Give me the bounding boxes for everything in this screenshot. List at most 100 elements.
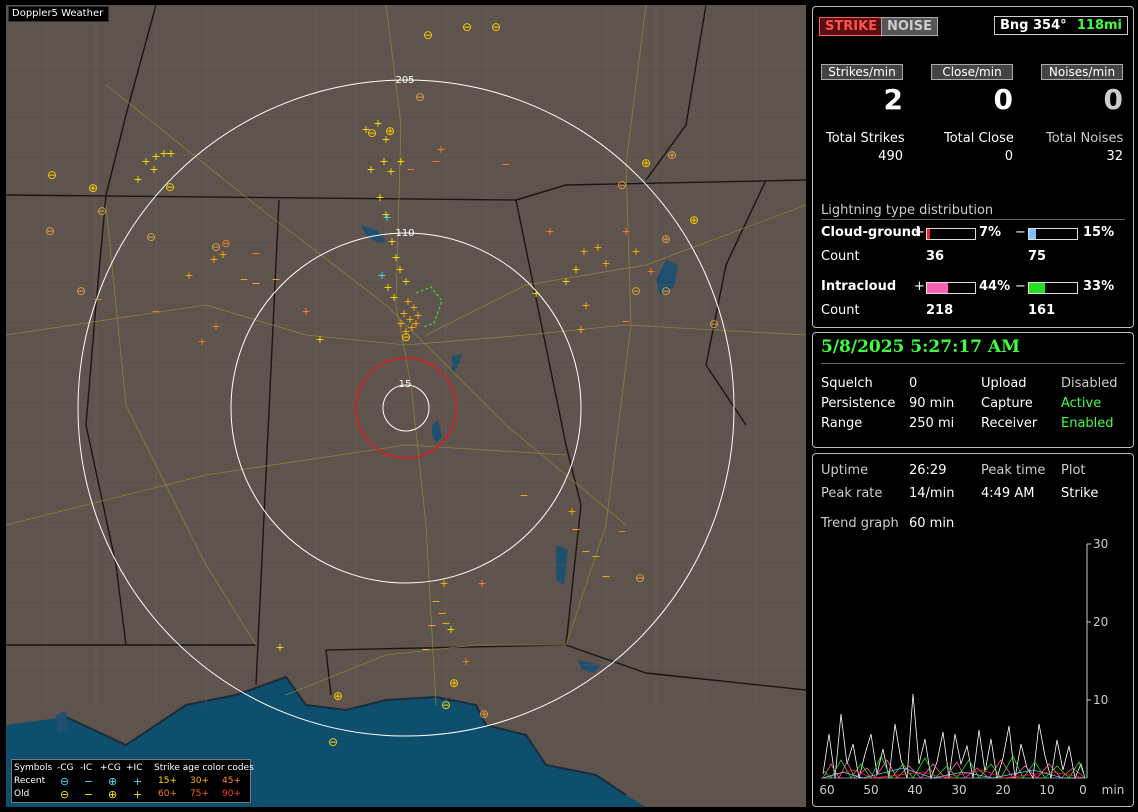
strike-marker: ⊖ — [491, 20, 501, 34]
ic-positive-bar — [926, 282, 976, 294]
strike-marker: + — [581, 299, 590, 312]
strike-marker: ⊖ — [415, 90, 425, 104]
strike-marker: + — [387, 235, 396, 248]
ic-negative-count: 161 — [1028, 303, 1056, 318]
strike-marker: ⊕ — [641, 156, 651, 170]
strike-marker: − — [251, 277, 260, 290]
bearing-display: Bng 354° 118mi — [994, 16, 1128, 35]
map-canvas: 205 110 15 +++ +++ + ++ +++ +++ +++ +++ +… — [6, 5, 806, 807]
strike-marker: + — [545, 225, 554, 238]
strike-marker: ⊕ — [449, 676, 459, 690]
strike-marker: ⊖ — [76, 284, 86, 298]
trend-lines — [822, 693, 1086, 780]
strike-marker: + — [561, 275, 570, 288]
close-range-ring — [355, 357, 457, 459]
peak-rate-label: Peak rate — [821, 486, 883, 501]
x-tick-20: 20 — [995, 783, 1010, 797]
lake — [578, 660, 601, 673]
county-lines — [6, 5, 806, 705]
strike-marker: ⊖ — [661, 284, 671, 298]
strike-marker: + — [184, 269, 193, 282]
ic-positive-pct: 44% — [979, 279, 1011, 294]
strike-marker: + — [377, 269, 386, 282]
y-tick-10: 10 — [1093, 693, 1108, 707]
range-rings — [77, 79, 735, 737]
lake — [361, 225, 386, 243]
intracloud-label: Intracloud — [821, 279, 897, 294]
strike-marker: + — [301, 305, 310, 318]
legend-recent-neg-ic-icon: − — [84, 775, 94, 788]
total-strikes-label: Total Strikes — [826, 131, 905, 146]
strike-marker: ⊖ — [709, 317, 719, 331]
x-tick-50: 50 — [863, 783, 878, 797]
strike-marker: + — [396, 155, 405, 168]
noises-per-min-label: Noises/min — [1041, 64, 1123, 80]
strike-marker: ⊖ — [328, 735, 338, 749]
total-noises-value: 32 — [1106, 149, 1123, 164]
x-tick-40: 40 — [907, 783, 922, 797]
strike-marker: ⊖ — [47, 168, 57, 182]
legend-col-neg-cg: -CG — [57, 763, 74, 773]
radar-map[interactable]: 205 110 15 + + + + + + + + + + + + + + + + + + + + + +… — [6, 5, 806, 807]
ic-plus-sign: + — [914, 279, 925, 294]
legend-recent-pos-ic-icon: + — [133, 775, 143, 788]
total-close-label: Total Close — [944, 131, 1014, 146]
distance-value: 118mi — [1076, 18, 1122, 33]
strike-marker: ⊖ — [462, 20, 472, 34]
persistence-value: 90 min — [909, 396, 955, 411]
datetime: 5/8/2025 5:27:17 AM — [821, 337, 1020, 357]
strike-marker: + — [571, 263, 580, 276]
strike-marker: ⊕ — [661, 232, 671, 246]
capture-value: Active — [1061, 396, 1102, 411]
legend-age-90: 90+ — [222, 789, 241, 799]
strike-marker: − — [431, 155, 440, 168]
range-label-outer: 205 — [395, 75, 414, 86]
strike-marker: − — [571, 523, 580, 536]
peak-time-label: Peak time — [981, 463, 1046, 478]
strike-marker: − — [601, 570, 610, 583]
peak-rate-value: 14/min — [909, 486, 955, 501]
strike-marker: ⊖ — [146, 230, 156, 244]
total-strikes-value: 490 — [878, 149, 903, 164]
strike-marker: − — [581, 545, 590, 558]
strike-marker: − — [251, 247, 260, 260]
strike-marker: − — [421, 643, 430, 656]
x-tick-10: 10 — [1039, 783, 1054, 797]
lake — [56, 711, 68, 733]
x-unit: min — [1102, 783, 1125, 797]
strike-marker: − — [151, 305, 160, 318]
strike-button[interactable]: STRIKE — [819, 17, 884, 36]
receiver-value: Enabled — [1061, 416, 1114, 431]
strike-marker: + — [386, 165, 395, 178]
strike-marker: + — [601, 257, 610, 270]
strike-status-panel: STRIKE NOISE Bng 354° 118mi Strikes/min … — [812, 6, 1134, 328]
strike-marker: + — [209, 253, 218, 266]
strike-marker: + — [211, 320, 220, 333]
legend-col-neg-ic: -IC — [80, 763, 93, 773]
cg-positive-fill — [927, 229, 931, 239]
strike-marker: + — [567, 505, 576, 518]
legend-age-15: 15+ — [158, 776, 177, 786]
highways — [6, 5, 806, 706]
legend-recent-neg-cg-icon: ⊖ — [60, 775, 70, 788]
strike-marker: + — [461, 655, 470, 668]
ic-count-label: Count — [821, 303, 860, 318]
settings-divider — [821, 363, 1125, 364]
y-tick-20: 20 — [1093, 615, 1108, 629]
plot-label: Plot — [1061, 463, 1086, 478]
cg-minus-sign: − — [1015, 225, 1026, 240]
strike-marker: ⊖ — [441, 698, 451, 712]
map-title: Doppler5 Weather — [8, 6, 110, 22]
range-label-inner: 15 — [399, 379, 412, 390]
legend-recent-label: Recent — [14, 776, 46, 786]
ic-negative-pct: 33% — [1083, 279, 1115, 294]
cg-count-label: Count — [821, 249, 860, 264]
ic-negative-fill — [1029, 283, 1045, 293]
noise-button[interactable]: NOISE — [881, 17, 939, 36]
lake — [452, 353, 462, 373]
range-label-mid: 110 — [395, 228, 414, 239]
ic-positive-fill — [927, 283, 949, 293]
strike-marker: + — [439, 577, 448, 590]
strike-marker: ⊖ — [617, 178, 627, 192]
strike-marker: ⊖ — [635, 571, 645, 585]
